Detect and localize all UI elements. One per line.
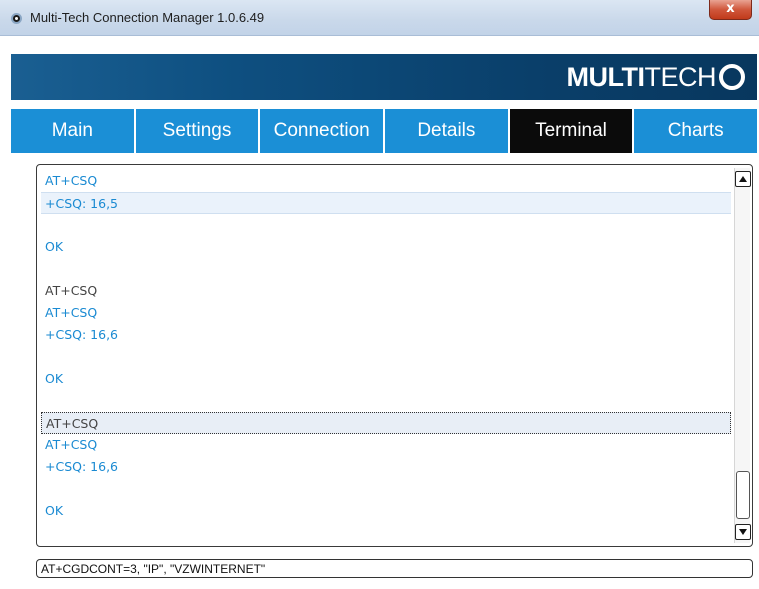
terminal-line: +CSQ: 16,6 xyxy=(45,327,118,342)
tab-connection[interactable]: Connection xyxy=(260,109,384,153)
tab-terminal[interactable]: Terminal xyxy=(509,109,633,153)
terminal-line: AT+CSQ xyxy=(45,283,98,298)
terminal-line: AT+CSQ xyxy=(45,173,98,188)
terminal-line: +CSQ: 16,6 xyxy=(45,459,118,474)
terminal-line-selected: AT+CSQ xyxy=(41,412,731,434)
terminal-line: AT+CSQ xyxy=(45,437,98,452)
multitech-logo: MULTI TECH xyxy=(567,62,745,92)
tab-main[interactable]: Main xyxy=(11,109,134,153)
terminal-line: +CSQ: 16,5 xyxy=(41,192,731,214)
tab-details[interactable]: Details xyxy=(385,109,508,153)
command-input[interactable] xyxy=(36,559,753,578)
arrow-down-icon xyxy=(739,529,747,535)
brand-header: MULTI TECH xyxy=(11,54,757,100)
scroll-thumb[interactable] xyxy=(736,471,750,519)
logo-text-light: TECH xyxy=(644,61,717,92)
terminal-line: OK xyxy=(45,371,64,386)
window-title: Multi-Tech Connection Manager 1.0.6.49 xyxy=(30,10,265,25)
close-button[interactable]: x xyxy=(709,0,752,20)
scroll-down-button[interactable] xyxy=(735,524,751,540)
terminal-output[interactable]: AT+CSQ +CSQ: 16,5 OK AT+CSQ AT+CSQ +CSQ:… xyxy=(36,164,753,547)
scroll-up-button[interactable] xyxy=(735,171,751,187)
terminal-line: OK xyxy=(45,503,64,518)
vertical-scrollbar[interactable] xyxy=(734,168,751,543)
terminal-line: OK xyxy=(45,239,64,254)
window-title-bar: Multi-Tech Connection Manager 1.0.6.49 x xyxy=(0,0,759,36)
arrow-up-icon xyxy=(739,176,747,182)
terminal-line: AT+CSQ xyxy=(45,305,98,320)
logo-ring-icon xyxy=(719,64,745,90)
terminal-lines: AT+CSQ +CSQ: 16,5 OK AT+CSQ AT+CSQ +CSQ:… xyxy=(41,170,731,522)
tab-bar: Main Settings Connection Details Termina… xyxy=(11,109,758,153)
tab-settings[interactable]: Settings xyxy=(135,109,259,153)
app-icon xyxy=(11,13,22,24)
logo-text-bold: MULTI xyxy=(566,61,645,92)
tab-charts[interactable]: Charts xyxy=(634,109,758,153)
